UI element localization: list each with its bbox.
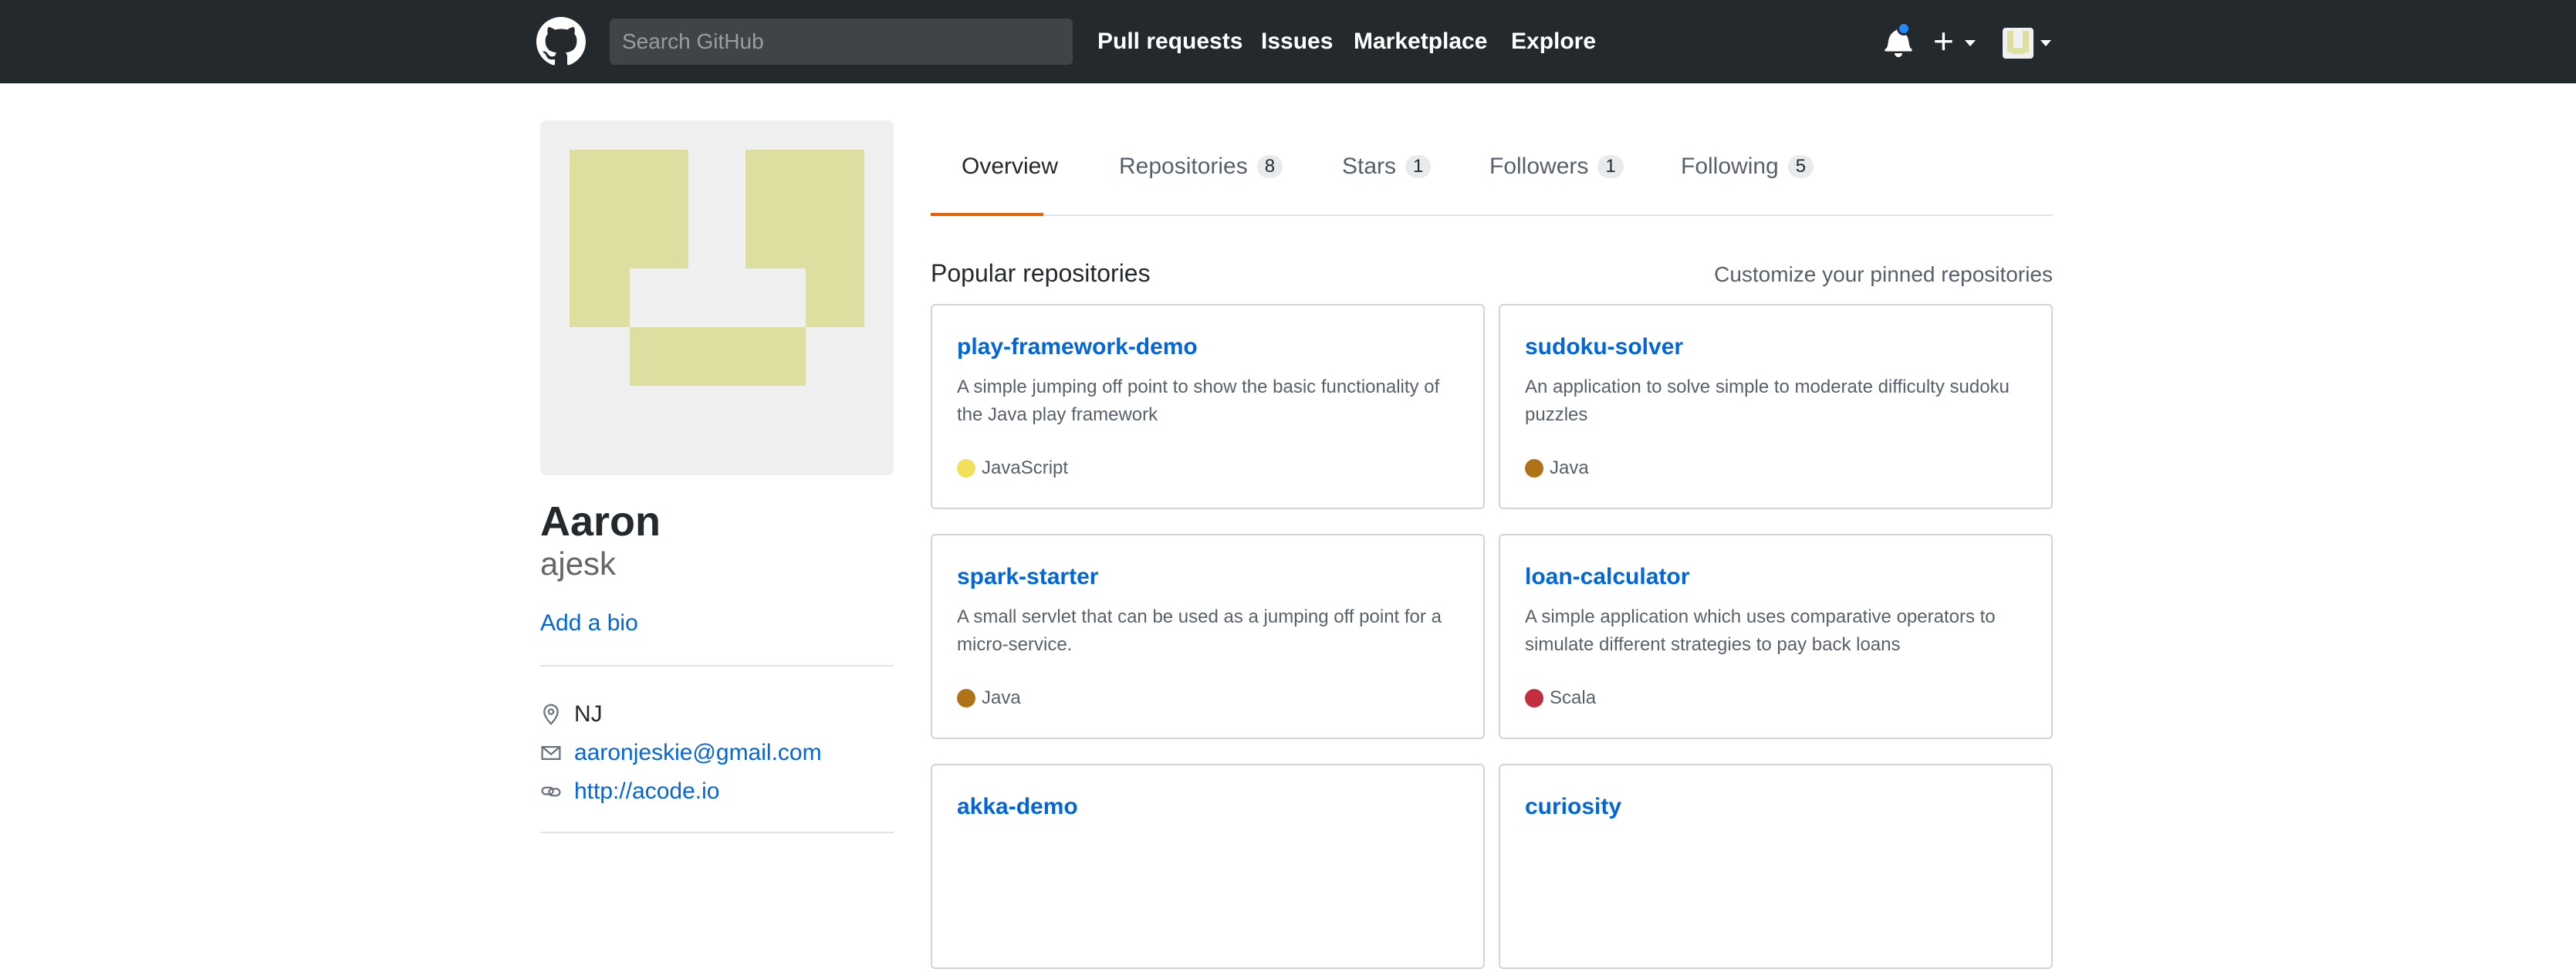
- mail-icon: [541, 745, 561, 761]
- tab-repositories[interactable]: Repositories 8: [1119, 153, 1283, 181]
- divider: [540, 832, 894, 833]
- repo-name-link[interactable]: sudoku-solver: [1525, 333, 1683, 361]
- language-label: Java: [982, 687, 1021, 708]
- repo-card: akka-demo: [931, 764, 1485, 969]
- location-pin-icon: [543, 704, 559, 725]
- tab-label: Following: [1681, 154, 1779, 179]
- email-row: aaronjeskie@gmail.com: [540, 739, 822, 767]
- repo-description: A small servlet that can be used as a ju…: [957, 606, 1442, 655]
- tab-label: Repositories: [1119, 154, 1248, 179]
- tab-label: Followers: [1489, 154, 1589, 179]
- active-tab-indicator: [931, 213, 1043, 216]
- profile-login: ajesk: [540, 545, 617, 582]
- repo-language: JavaScript: [957, 457, 1068, 480]
- repo-description: An application to solve simple to modera…: [1525, 376, 2010, 425]
- profile-tabs: Overview Repositories 8 Stars 1 Follower…: [931, 120, 2053, 216]
- language-color-dot: [957, 689, 975, 707]
- repo-card: play-framework-demo A simple jumping off…: [931, 304, 1485, 509]
- language-color-dot: [957, 459, 975, 478]
- repo-language: Java: [957, 687, 1021, 710]
- location-row: NJ: [540, 701, 603, 728]
- language-label: Java: [1550, 457, 1589, 478]
- tab-counter: 1: [1405, 155, 1432, 178]
- avatar-pixel: [745, 150, 864, 268]
- avatar-pixel: [630, 327, 806, 386]
- tab-counter: 8: [1256, 155, 1283, 178]
- profile-avatar: [540, 120, 894, 475]
- github-logo-icon[interactable]: [536, 17, 586, 66]
- repo-language: Java: [1525, 457, 1589, 480]
- website-link[interactable]: http://acode.io: [574, 778, 719, 805]
- avatar-pixel: [570, 268, 630, 327]
- nav-explore[interactable]: Explore: [1511, 28, 1596, 56]
- website-row: http://acode.io: [540, 778, 719, 805]
- profile-name: Aaron: [540, 498, 661, 545]
- repo-card: sudoku-solver An application to solve si…: [1499, 304, 2053, 509]
- repo-name-link[interactable]: curiosity: [1525, 793, 1621, 821]
- tab-label: Overview: [962, 154, 1059, 179]
- repo-name-link[interactable]: play-framework-demo: [957, 333, 1198, 361]
- chevron-down-icon[interactable]: [1965, 40, 1976, 46]
- tab-label: Stars: [1342, 154, 1397, 179]
- tab-following[interactable]: Following 5: [1681, 153, 1814, 181]
- nav-marketplace[interactable]: Marketplace: [1354, 28, 1487, 56]
- repo-description: A simple jumping off point to show the b…: [957, 376, 1440, 425]
- avatar-pixel: [570, 150, 688, 268]
- notification-unread-indicator: [1897, 22, 1911, 35]
- repo-language: Scala: [1525, 687, 1596, 710]
- repo-card: loan-calculator A simple application whi…: [1499, 534, 2053, 739]
- language-color-dot: [1525, 689, 1543, 707]
- tab-counter: 1: [1597, 155, 1624, 178]
- email-link[interactable]: aaronjeskie@gmail.com: [574, 740, 822, 766]
- link-icon: [541, 786, 561, 797]
- repo-card: curiosity: [1499, 764, 2053, 969]
- avatar-pixel: [806, 268, 864, 327]
- repo-name-link[interactable]: spark-starter: [957, 563, 1098, 591]
- repo-name-link[interactable]: akka-demo: [957, 793, 1078, 821]
- top-header: Pull requests Issues Marketplace Explore…: [0, 0, 2576, 83]
- nav-pull-requests[interactable]: Pull requests: [1097, 28, 1242, 56]
- repo-card: spark-starter A small servlet that can b…: [931, 534, 1485, 739]
- customize-pinned-link[interactable]: Customize your pinned repositories: [1714, 262, 2053, 287]
- tab-followers[interactable]: Followers 1: [1489, 153, 1624, 181]
- tab-overview[interactable]: Overview: [962, 153, 1058, 181]
- divider: [540, 665, 894, 667]
- repo-description: A simple application which uses comparat…: [1525, 606, 1996, 655]
- plus-icon[interactable]: +: [1933, 23, 1954, 59]
- language-label: Scala: [1550, 687, 1597, 708]
- language-color-dot: [1525, 459, 1543, 478]
- repo-name-link[interactable]: loan-calculator: [1525, 563, 1689, 591]
- location-text: NJ: [574, 701, 603, 727]
- nav-issues[interactable]: Issues: [1261, 28, 1333, 56]
- language-label: JavaScript: [982, 457, 1069, 478]
- chevron-down-icon[interactable]: [2040, 40, 2051, 46]
- tab-counter: 5: [1787, 155, 1814, 178]
- search-input[interactable]: [610, 19, 1073, 65]
- add-bio-link[interactable]: Add a bio: [540, 609, 638, 637]
- header-avatar[interactable]: [2003, 28, 2033, 59]
- popular-repositories-heading: Popular repositories: [931, 259, 1151, 287]
- tab-stars[interactable]: Stars 1: [1342, 153, 1432, 181]
